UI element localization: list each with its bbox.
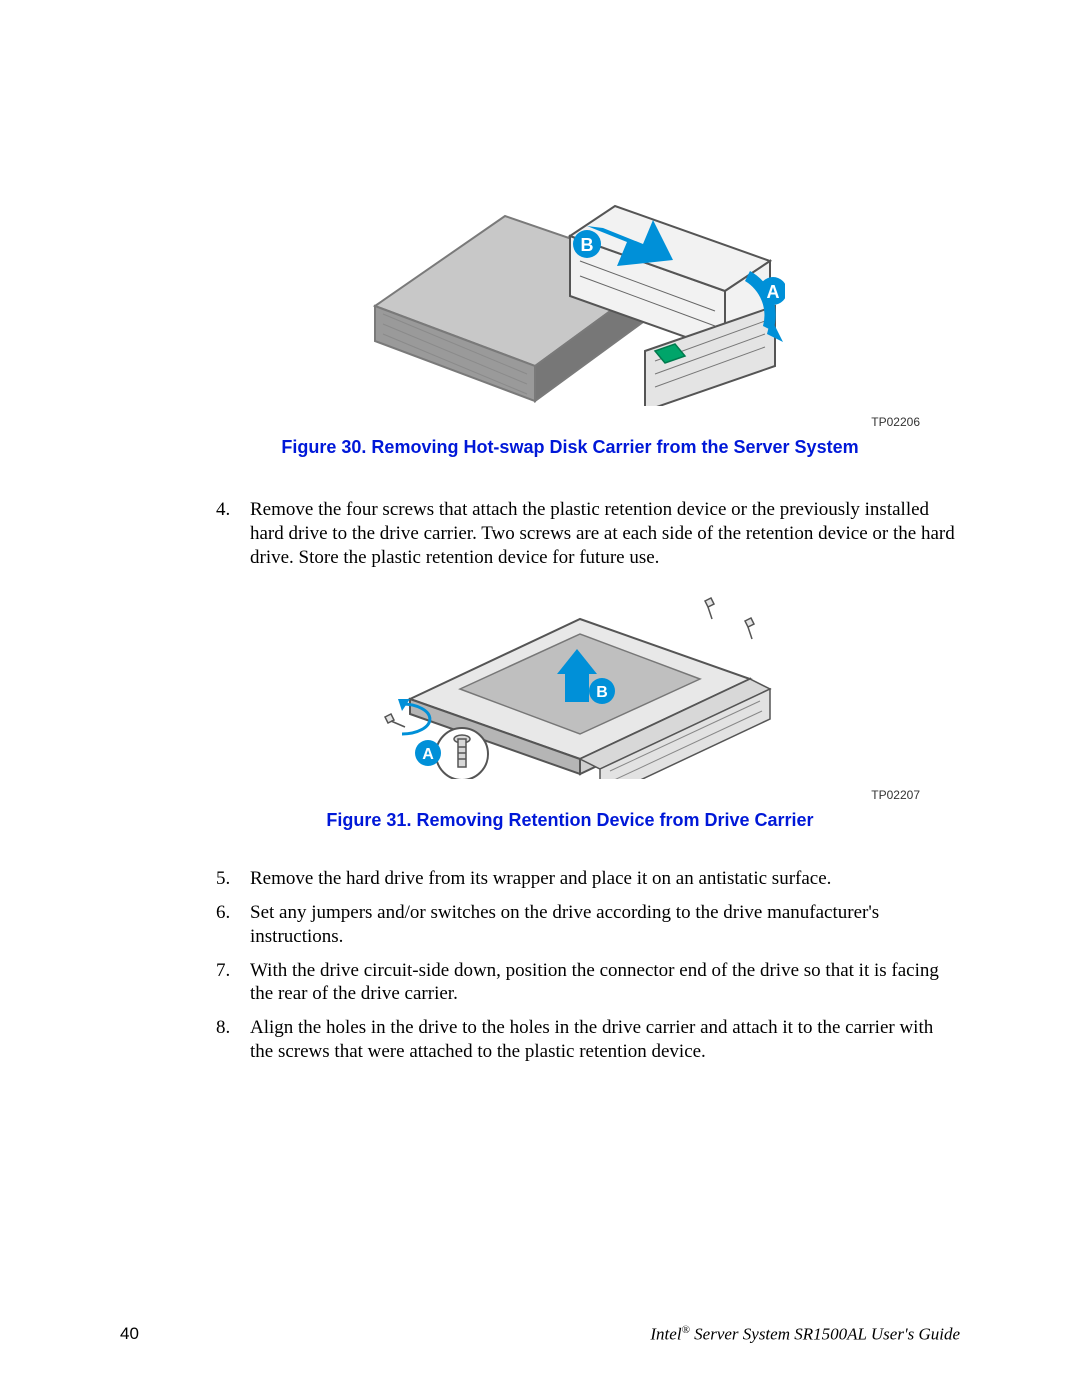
steps-part-2: 5. Remove the hard drive from its wrappe… [180, 867, 960, 1063]
figure-31-illustration: B A [350, 579, 790, 779]
page-footer: 40 Intel® Server System SR1500AL User's … [0, 1324, 1080, 1345]
figure-31-label-b: B [596, 684, 608, 701]
step-4: 4. Remove the four screws that attach th… [250, 498, 960, 569]
doc-title: Intel® Server System SR1500AL User's Gui… [650, 1324, 960, 1345]
step-5: 5. Remove the hard drive from its wrappe… [250, 867, 960, 891]
figure-30-label-b: B [581, 235, 594, 255]
figure-30: B A TP02206 Figure 30. Removing Hot-swap… [180, 156, 960, 458]
step-4-text: Remove the four screws that attach the p… [250, 499, 955, 568]
figure-30-label-a: A [767, 282, 780, 302]
step-5-text: Remove the hard drive from its wrapper a… [250, 868, 831, 889]
figure-31: B A TP02207 Figure 31. Removing Retentio… [180, 579, 960, 831]
step-6-number: 6. [216, 901, 230, 925]
step-8-text: Align the holes in the drive to the hole… [250, 1017, 933, 1062]
figure-30-caption: Figure 30. Removing Hot-swap Disk Carrie… [180, 437, 960, 458]
step-7: 7. With the drive circuit-side down, pos… [250, 959, 960, 1007]
step-7-text: With the drive circuit-side down, positi… [250, 960, 939, 1005]
step-8-number: 8. [216, 1016, 230, 1040]
step-6-text: Set any jumpers and/or switches on the d… [250, 902, 879, 947]
step-7-number: 7. [216, 959, 230, 983]
page-number: 40 [120, 1324, 139, 1345]
step-8: 8. Align the holes in the drive to the h… [250, 1016, 960, 1064]
steps-part-1: 4. Remove the four screws that attach th… [180, 498, 960, 569]
figure-31-caption: Figure 31. Removing Retention Device fro… [180, 810, 960, 831]
figure-30-tpcode: TP02206 [180, 415, 960, 429]
step-6: 6. Set any jumpers and/or switches on th… [250, 901, 960, 949]
hot-swap-carrier-diagram: B A [355, 156, 785, 406]
retention-device-diagram: B A [350, 579, 790, 779]
step-4-number: 4. [216, 498, 230, 522]
figure-30-illustration: B A [355, 156, 785, 406]
figure-31-tpcode: TP02207 [180, 788, 960, 802]
figure-31-label-a: A [422, 746, 434, 763]
step-5-number: 5. [216, 867, 230, 891]
